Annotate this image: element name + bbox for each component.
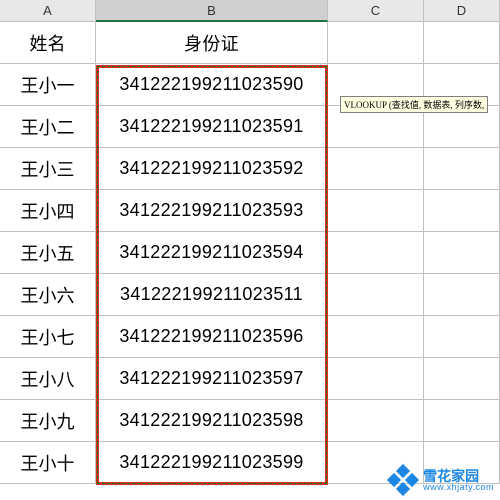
table-row: 王小三 341222199211023592 bbox=[0, 148, 500, 190]
empty-cell[interactable] bbox=[328, 358, 424, 400]
empty-cell[interactable] bbox=[328, 400, 424, 442]
header-row: 姓名 身份证 bbox=[0, 22, 500, 64]
id-cell[interactable]: 341222199211023593 bbox=[96, 190, 328, 232]
empty-cell[interactable] bbox=[424, 400, 500, 442]
col-header-c[interactable]: C bbox=[328, 0, 424, 22]
name-cell[interactable]: 王小二 bbox=[0, 106, 96, 148]
empty-cell[interactable] bbox=[328, 148, 424, 190]
empty-cell[interactable] bbox=[328, 316, 424, 358]
col-header-a[interactable]: A bbox=[0, 0, 96, 22]
table-row: 王小五 341222199211023594 bbox=[0, 232, 500, 274]
empty-cell[interactable] bbox=[424, 148, 500, 190]
id-cell[interactable]: 341222199211023596 bbox=[96, 316, 328, 358]
col-header-d[interactable]: D bbox=[424, 0, 500, 22]
id-cell[interactable]: 341222199211023598 bbox=[96, 400, 328, 442]
empty-cell[interactable] bbox=[424, 358, 500, 400]
empty-cell[interactable] bbox=[328, 232, 424, 274]
empty-cell[interactable] bbox=[424, 232, 500, 274]
id-cell[interactable]: 341222199211023592 bbox=[96, 148, 328, 190]
id-cell[interactable]: 341222199211023597 bbox=[96, 358, 328, 400]
table-row: 王小四 341222199211023593 bbox=[0, 190, 500, 232]
table-row: 王小八 341222199211023597 bbox=[0, 358, 500, 400]
cell-c1[interactable] bbox=[328, 22, 424, 64]
snowflake-icon bbox=[389, 466, 417, 494]
watermark-name: 雪花家园 bbox=[423, 469, 494, 483]
cell-d1[interactable] bbox=[424, 22, 500, 64]
table-row: 王小九 341222199211023598 bbox=[0, 400, 500, 442]
watermark-url: www.xhjaty.com bbox=[423, 483, 494, 492]
empty-cell[interactable] bbox=[328, 274, 424, 316]
empty-cell[interactable] bbox=[424, 316, 500, 358]
name-cell[interactable]: 王小五 bbox=[0, 232, 96, 274]
name-cell[interactable]: 王小三 bbox=[0, 148, 96, 190]
id-cell[interactable]: 341222199211023511 bbox=[96, 274, 328, 316]
col-header-b[interactable]: B bbox=[96, 0, 328, 22]
id-cell[interactable]: 341222199211023594 bbox=[96, 232, 328, 274]
table-row: 王小六 341222199211023511 bbox=[0, 274, 500, 316]
cell-b1[interactable]: 身份证 bbox=[96, 22, 328, 64]
id-cell[interactable]: 341222199211023591 bbox=[96, 106, 328, 148]
column-headers: A B C D bbox=[0, 0, 500, 22]
name-cell[interactable]: 王小十 bbox=[0, 442, 96, 484]
id-cell[interactable]: 341222199211023590 bbox=[96, 64, 328, 106]
empty-cell[interactable] bbox=[424, 190, 500, 232]
spreadsheet-grid[interactable]: 姓名 身份证 王小一 341222199211023590 王小二 341222… bbox=[0, 22, 500, 484]
name-cell[interactable]: 王小一 bbox=[0, 64, 96, 106]
name-cell[interactable]: 王小六 bbox=[0, 274, 96, 316]
empty-cell[interactable] bbox=[424, 274, 500, 316]
id-cell[interactable]: 341222199211023599 bbox=[96, 442, 328, 484]
cell-a1[interactable]: 姓名 bbox=[0, 22, 96, 64]
name-cell[interactable]: 王小四 bbox=[0, 190, 96, 232]
name-cell[interactable]: 王小八 bbox=[0, 358, 96, 400]
formula-tooltip: VLOOKUP (查找值, 数据表, 列序数, bbox=[340, 96, 488, 113]
name-cell[interactable]: 王小七 bbox=[0, 316, 96, 358]
table-row: 王小七 341222199211023596 bbox=[0, 316, 500, 358]
watermark: 雪花家园 www.xhjaty.com bbox=[389, 466, 494, 494]
empty-cell[interactable] bbox=[328, 190, 424, 232]
name-cell[interactable]: 王小九 bbox=[0, 400, 96, 442]
